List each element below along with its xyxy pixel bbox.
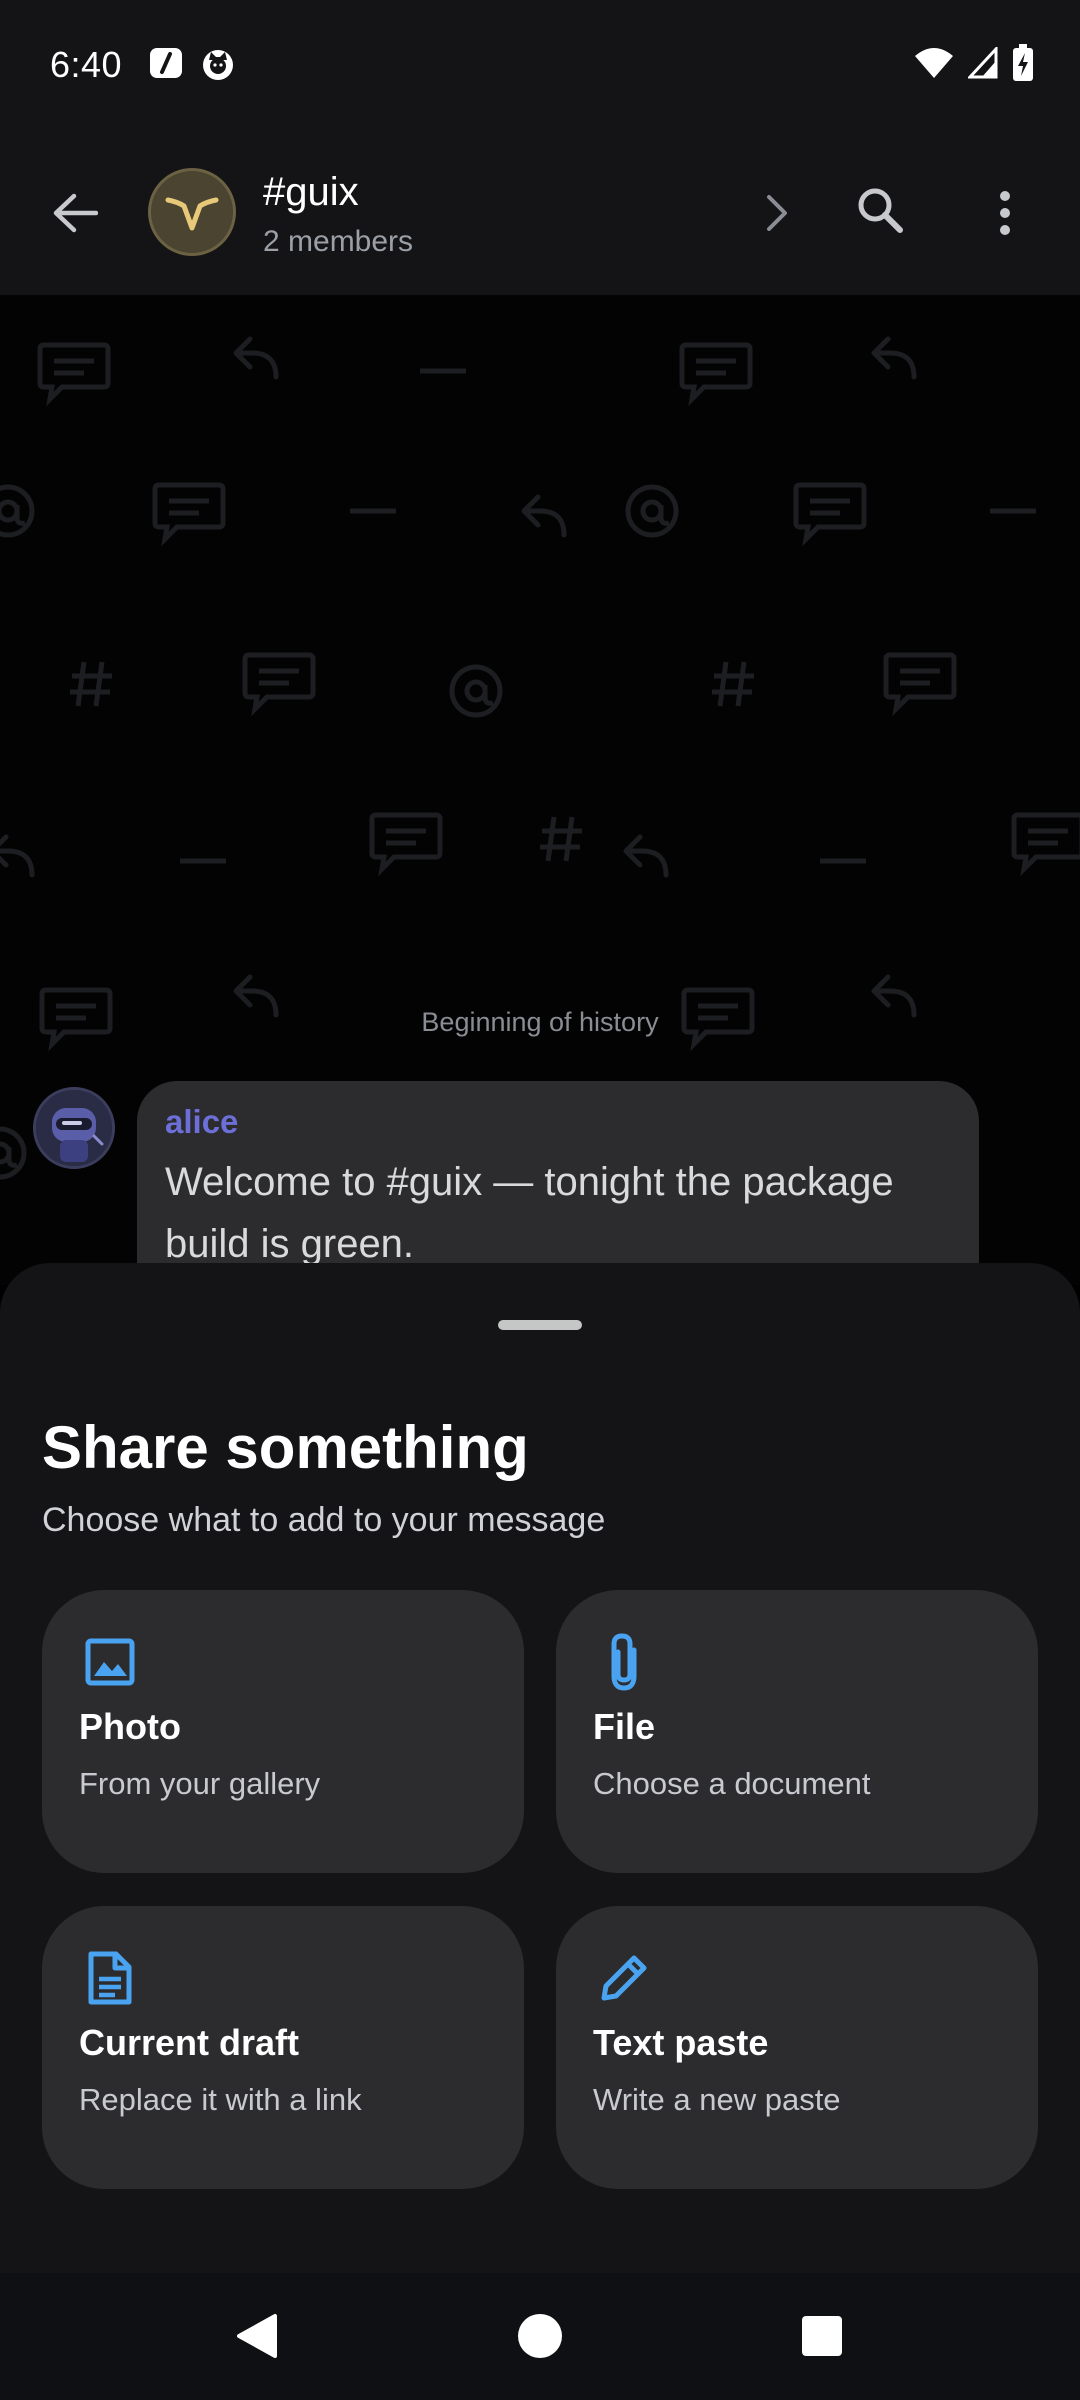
sheet-subtitle: Choose what to add to your message — [42, 1501, 606, 1539]
message-timeline[interactable]: Beginning of history alice Welcome to #g… — [0, 295, 1080, 1285]
option-subtitle: Choose a document — [593, 1766, 871, 1801]
wifi-icon — [915, 48, 953, 78]
nav-recents-button[interactable] — [787, 2301, 857, 2371]
status-time: 6:40 — [50, 44, 123, 85]
sheet-drag-handle[interactable] — [498, 1320, 582, 1330]
message-body: Welcome to #guix — tonight the package b… — [165, 1160, 894, 1266]
share-bottom-sheet: Share something Choose what to add to yo… — [0, 1263, 1080, 2273]
back-button[interactable] — [40, 178, 110, 248]
room-avatar[interactable] — [148, 168, 236, 256]
room-details-button[interactable] — [752, 188, 802, 238]
chat-notification-icon — [150, 48, 182, 78]
option-subtitle: Write a new paste — [593, 2082, 841, 2117]
message-bubble[interactable]: alice Welcome to #guix — tonight the pac… — [137, 1081, 979, 1285]
room-app-bar: #guix 2 members — [0, 130, 1080, 295]
option-subtitle: Replace it with a link — [79, 2082, 362, 2117]
image-icon — [82, 1632, 138, 1692]
message-sender[interactable]: alice — [165, 1103, 238, 1141]
sender-avatar[interactable] — [33, 1087, 115, 1169]
search-icon — [858, 188, 903, 233]
status-bar: 6:40 — [0, 0, 1080, 130]
triangle-back-icon — [237, 2314, 277, 2358]
system-navigation-bar — [0, 2273, 1080, 2400]
room-title[interactable]: #guix — [263, 170, 359, 215]
signal-icon — [968, 47, 998, 79]
more-vert-icon — [1000, 191, 1010, 235]
share-file-option[interactable]: File Choose a document — [556, 1590, 1038, 1873]
sheet-title: Share something — [42, 1414, 529, 1481]
option-title: Photo — [79, 1706, 181, 1747]
option-subtitle: From your gallery — [79, 1766, 321, 1801]
share-photo-option[interactable]: Photo From your gallery — [42, 1590, 524, 1873]
option-title: Current draft — [79, 2022, 300, 2063]
circle-home-icon — [518, 2314, 562, 2358]
share-paste-option[interactable]: Text paste Write a new paste — [556, 1906, 1038, 2189]
overflow-menu-button[interactable] — [980, 178, 1030, 248]
room-member-count[interactable]: 2 members — [263, 225, 413, 259]
battery-charging-icon — [1013, 44, 1033, 81]
square-recents-icon — [802, 2316, 842, 2356]
status-notification-icons — [148, 46, 236, 82]
document-icon — [82, 1948, 138, 2008]
chevron-right-icon — [767, 195, 787, 231]
status-system-icons — [914, 44, 1034, 82]
arrow-back-icon — [53, 193, 98, 233]
search-button[interactable] — [848, 178, 912, 242]
room-logo-icon — [165, 197, 219, 231]
option-title: Text paste — [593, 2022, 769, 2063]
robot-avatar-icon — [36, 1090, 112, 1166]
option-title: File — [593, 1706, 656, 1747]
share-draft-option[interactable]: Current draft Replace it with a link — [42, 1906, 524, 2189]
nav-back-button[interactable] — [222, 2301, 292, 2371]
pencil-icon — [596, 1948, 652, 2008]
paperclip-icon — [596, 1632, 652, 1692]
nav-home-button[interactable] — [505, 2301, 575, 2371]
beginning-of-history-label: Beginning of history — [421, 1007, 659, 1037]
cat-notification-icon — [203, 50, 233, 80]
